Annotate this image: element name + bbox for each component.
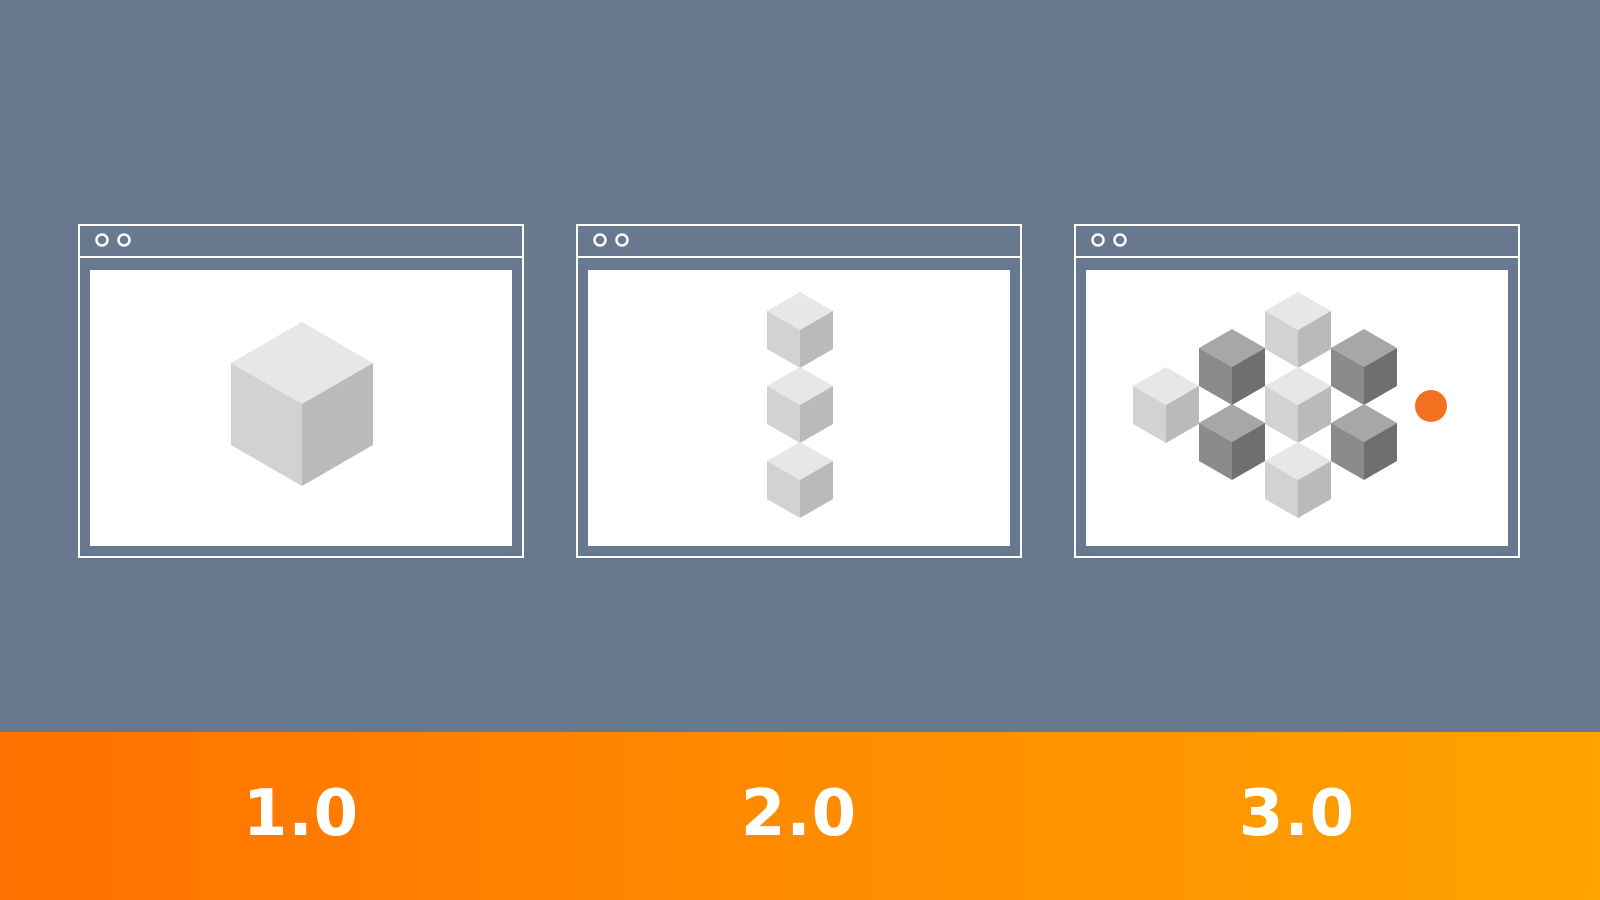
version-label-2: 2.0 <box>740 777 858 851</box>
accent-dot <box>1415 390 1447 422</box>
browser-window-2 <box>576 224 1022 558</box>
window-control-dots <box>95 233 131 247</box>
version-label-1: 1.0 <box>242 777 360 851</box>
version-label-3: 3.0 <box>1238 777 1356 851</box>
browser-window-3 <box>1074 224 1520 558</box>
window-control-dots <box>593 233 629 247</box>
window-control-dots <box>1091 233 1127 247</box>
browser-window-1 <box>78 224 524 558</box>
stacked-cubes-icon <box>767 292 833 518</box>
